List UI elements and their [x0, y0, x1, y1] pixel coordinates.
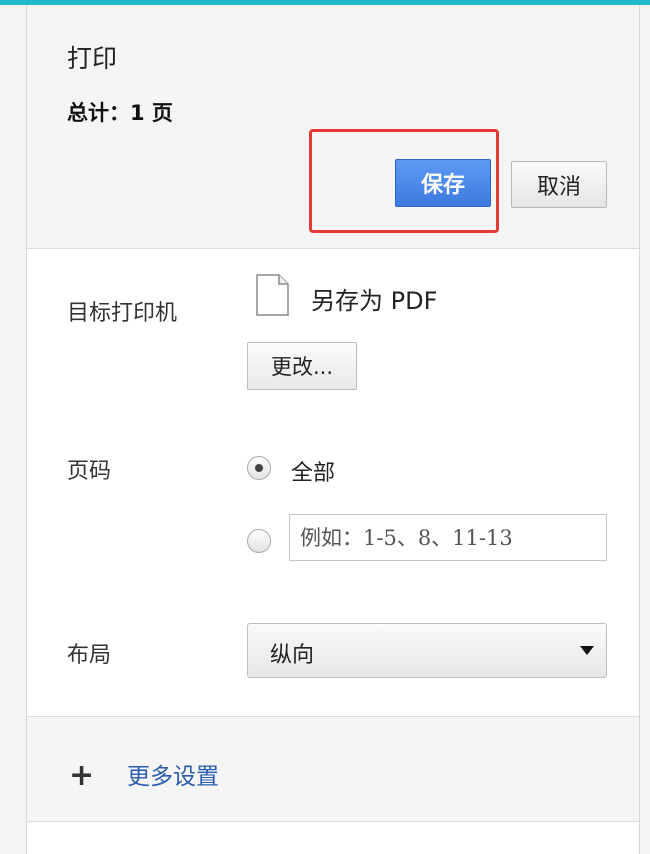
radio-all-pages-label: 全部 [291, 461, 336, 486]
plus-icon[interactable]: + [69, 761, 94, 791]
destination-label: 目标打印机 [67, 301, 178, 326]
dialog-header: 打印 总计：1 页 保存 取消 [27, 5, 639, 249]
radio-selected-dot [255, 464, 263, 472]
change-destination-button[interactable]: 更改... [247, 342, 357, 390]
dialog-title: 打印 [67, 44, 118, 73]
layout-label: 布局 [67, 643, 112, 668]
more-settings-bar: + 更多设置 [27, 716, 639, 822]
cancel-button[interactable]: 取消 [511, 161, 607, 208]
pages-label: 页码 [67, 459, 112, 484]
page-range-input[interactable] [289, 514, 607, 561]
save-button[interactable]: 保存 [395, 159, 491, 207]
page-total-label: 总计： [67, 101, 130, 125]
document-icon [256, 274, 289, 316]
destination-name: 另存为 PDF [311, 287, 438, 315]
page-total: 总计：1 页 [67, 97, 173, 127]
page-total-value: 1 页 [130, 101, 173, 125]
layout-select-value: 纵向 [270, 643, 315, 668]
print-dialog: 打印 总计：1 页 保存 取消 目标打印机 另存为 PDF 更改... 页码 全… [26, 5, 640, 854]
radio-all-pages[interactable] [247, 456, 271, 480]
radio-page-range[interactable] [247, 529, 271, 553]
layout-select[interactable]: 纵向 [247, 623, 607, 678]
chevron-down-icon [580, 646, 594, 655]
more-settings-link[interactable]: 更多设置 [127, 757, 219, 791]
